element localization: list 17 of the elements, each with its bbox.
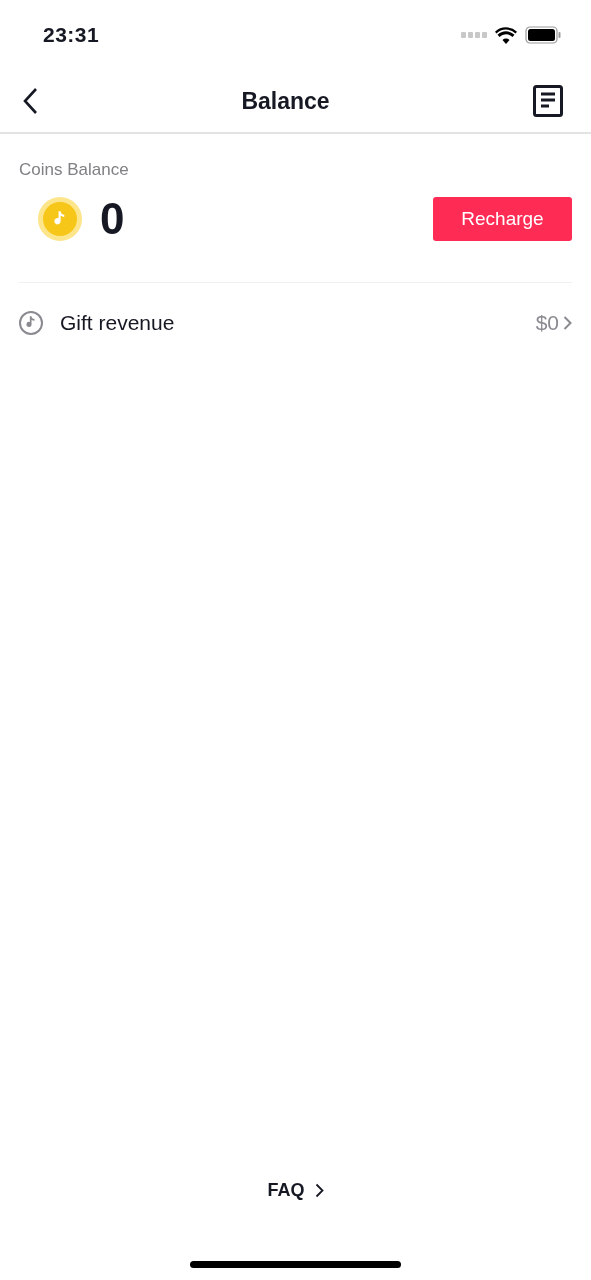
recharge-button[interactable]: Recharge	[433, 197, 572, 241]
gift-revenue-label[interactable]: Gift revenue	[60, 311, 536, 335]
battery-icon	[525, 26, 561, 44]
coins-amount: 0	[100, 194, 126, 244]
signal-icon	[461, 32, 487, 38]
status-time: 23:31	[43, 23, 100, 47]
chevron-icon[interactable]	[563, 315, 572, 331]
faq-link[interactable]: FAQ	[267, 1180, 324, 1201]
document-icon[interactable]	[533, 85, 563, 117]
note-icon	[19, 311, 43, 335]
chevron-icon	[314, 1183, 324, 1198]
gift-revenue-value: $0	[535, 311, 559, 335]
wifi-icon	[495, 26, 517, 44]
coins-balance-label: Coins Balance	[19, 160, 130, 180]
page-title: Balance	[241, 87, 330, 115]
back-icon[interactable]	[22, 87, 38, 115]
coin-icon	[38, 197, 82, 241]
